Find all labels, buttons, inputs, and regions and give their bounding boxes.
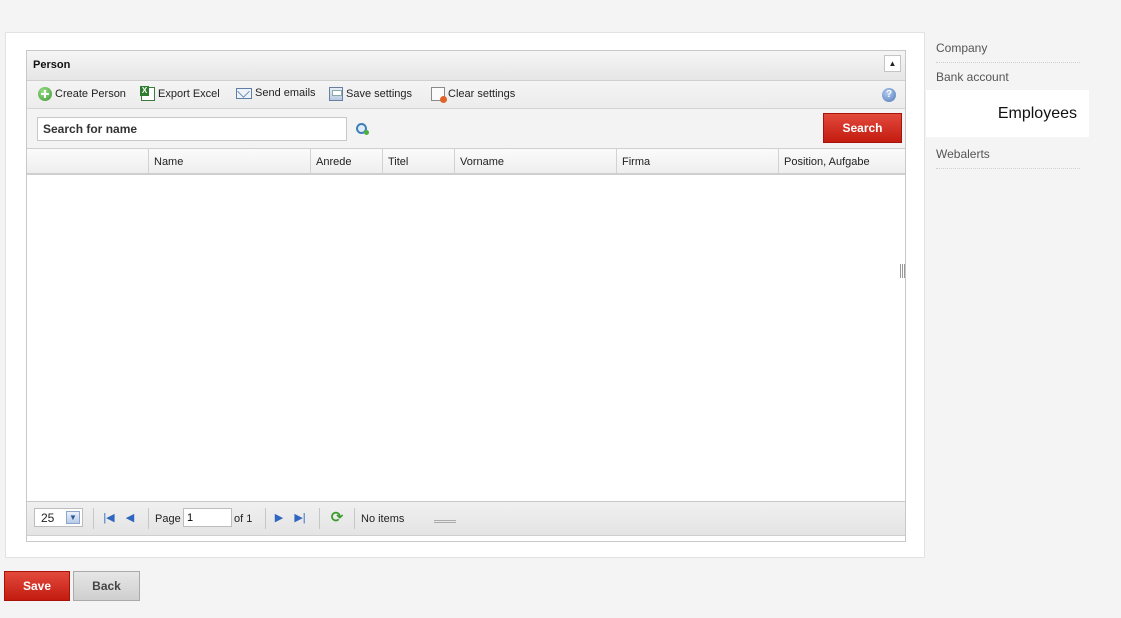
search-input[interactable] bbox=[37, 117, 347, 141]
save-settings-label: Save settings bbox=[346, 88, 413, 100]
grid-header: Name Anrede Titel Vorname Firma Position… bbox=[27, 149, 905, 175]
pager-separator bbox=[93, 508, 94, 529]
column-header-position[interactable]: Position, Aufgabe bbox=[779, 149, 905, 173]
column-header-name[interactable]: Name bbox=[149, 149, 311, 173]
pager-separator bbox=[319, 508, 320, 529]
grid-body bbox=[27, 175, 905, 502]
add-circle-icon bbox=[38, 87, 52, 101]
pager: 25 ▼ |◀ ◀ Page of 1 ▶ ▶| ⟳ No items bbox=[27, 502, 905, 536]
page-label: Page bbox=[155, 513, 181, 525]
previous-page-icon[interactable]: ◀ bbox=[124, 512, 136, 524]
clear-settings-label: Clear settings bbox=[448, 88, 516, 100]
toolbar: Create Person Export Excel Send emails S… bbox=[27, 81, 905, 109]
side-nav-item-company[interactable]: Company bbox=[936, 36, 1080, 63]
last-page-icon[interactable]: ▶| bbox=[294, 512, 306, 524]
column-resize-handle[interactable] bbox=[900, 264, 905, 278]
panel-resize-grip[interactable] bbox=[434, 520, 456, 523]
create-person-button[interactable]: Create Person bbox=[38, 87, 126, 101]
save-settings-icon bbox=[329, 87, 343, 101]
column-header-anrede[interactable]: Anrede bbox=[311, 149, 383, 173]
panel-title: Person bbox=[33, 59, 71, 71]
page-size-value: 25 bbox=[41, 511, 55, 525]
next-page-icon[interactable]: ▶ bbox=[273, 512, 285, 524]
excel-icon bbox=[140, 86, 155, 101]
side-nav-item-employees[interactable]: Employees bbox=[926, 90, 1089, 137]
clear-settings-button[interactable]: Clear settings bbox=[431, 87, 516, 103]
side-nav-item-webalerts[interactable]: Webalerts bbox=[936, 142, 1080, 169]
clear-settings-icon bbox=[431, 87, 447, 103]
side-nav-item-bank-account[interactable]: Bank account bbox=[936, 65, 1080, 92]
export-excel-button[interactable]: Export Excel bbox=[140, 86, 220, 101]
column-header-titel[interactable]: Titel bbox=[383, 149, 455, 173]
chevron-down-icon: ▼ bbox=[66, 511, 80, 524]
main-card: Person ▲ Create Person Export Excel Send… bbox=[5, 32, 925, 558]
page-number-input[interactable] bbox=[183, 508, 232, 527]
send-emails-label: Send emails bbox=[255, 87, 316, 99]
help-icon[interactable]: ? bbox=[882, 88, 896, 102]
pager-status: No items bbox=[361, 513, 405, 525]
save-settings-button[interactable]: Save settings bbox=[329, 87, 412, 101]
refresh-icon[interactable]: ⟳ bbox=[329, 510, 345, 525]
mail-icon bbox=[236, 87, 252, 99]
back-button[interactable]: Back bbox=[73, 571, 140, 601]
collapse-button[interactable]: ▲ bbox=[884, 55, 901, 72]
page-count-label: of 1 bbox=[234, 513, 253, 525]
panel-header: Person ▲ bbox=[27, 51, 905, 81]
search-options-icon[interactable] bbox=[355, 122, 369, 136]
create-person-label: Create Person bbox=[55, 88, 126, 100]
first-page-icon[interactable]: |◀ bbox=[103, 512, 115, 524]
person-panel: Person ▲ Create Person Export Excel Send… bbox=[26, 50, 906, 542]
column-header-vorname[interactable]: Vorname bbox=[455, 149, 617, 173]
column-header-firma[interactable]: Firma bbox=[617, 149, 779, 173]
triangle-up-icon: ▲ bbox=[888, 59, 897, 68]
pager-separator bbox=[148, 508, 149, 529]
pager-separator bbox=[354, 508, 355, 529]
save-button[interactable]: Save bbox=[4, 571, 70, 601]
send-emails-button[interactable]: Send emails bbox=[236, 87, 316, 99]
page-size-select[interactable]: 25 ▼ bbox=[34, 508, 83, 527]
export-excel-label: Export Excel bbox=[158, 88, 220, 100]
pager-separator bbox=[265, 508, 266, 529]
column-header-select[interactable] bbox=[27, 149, 149, 173]
search-bar: Search bbox=[27, 109, 905, 149]
search-button[interactable]: Search bbox=[823, 113, 902, 143]
